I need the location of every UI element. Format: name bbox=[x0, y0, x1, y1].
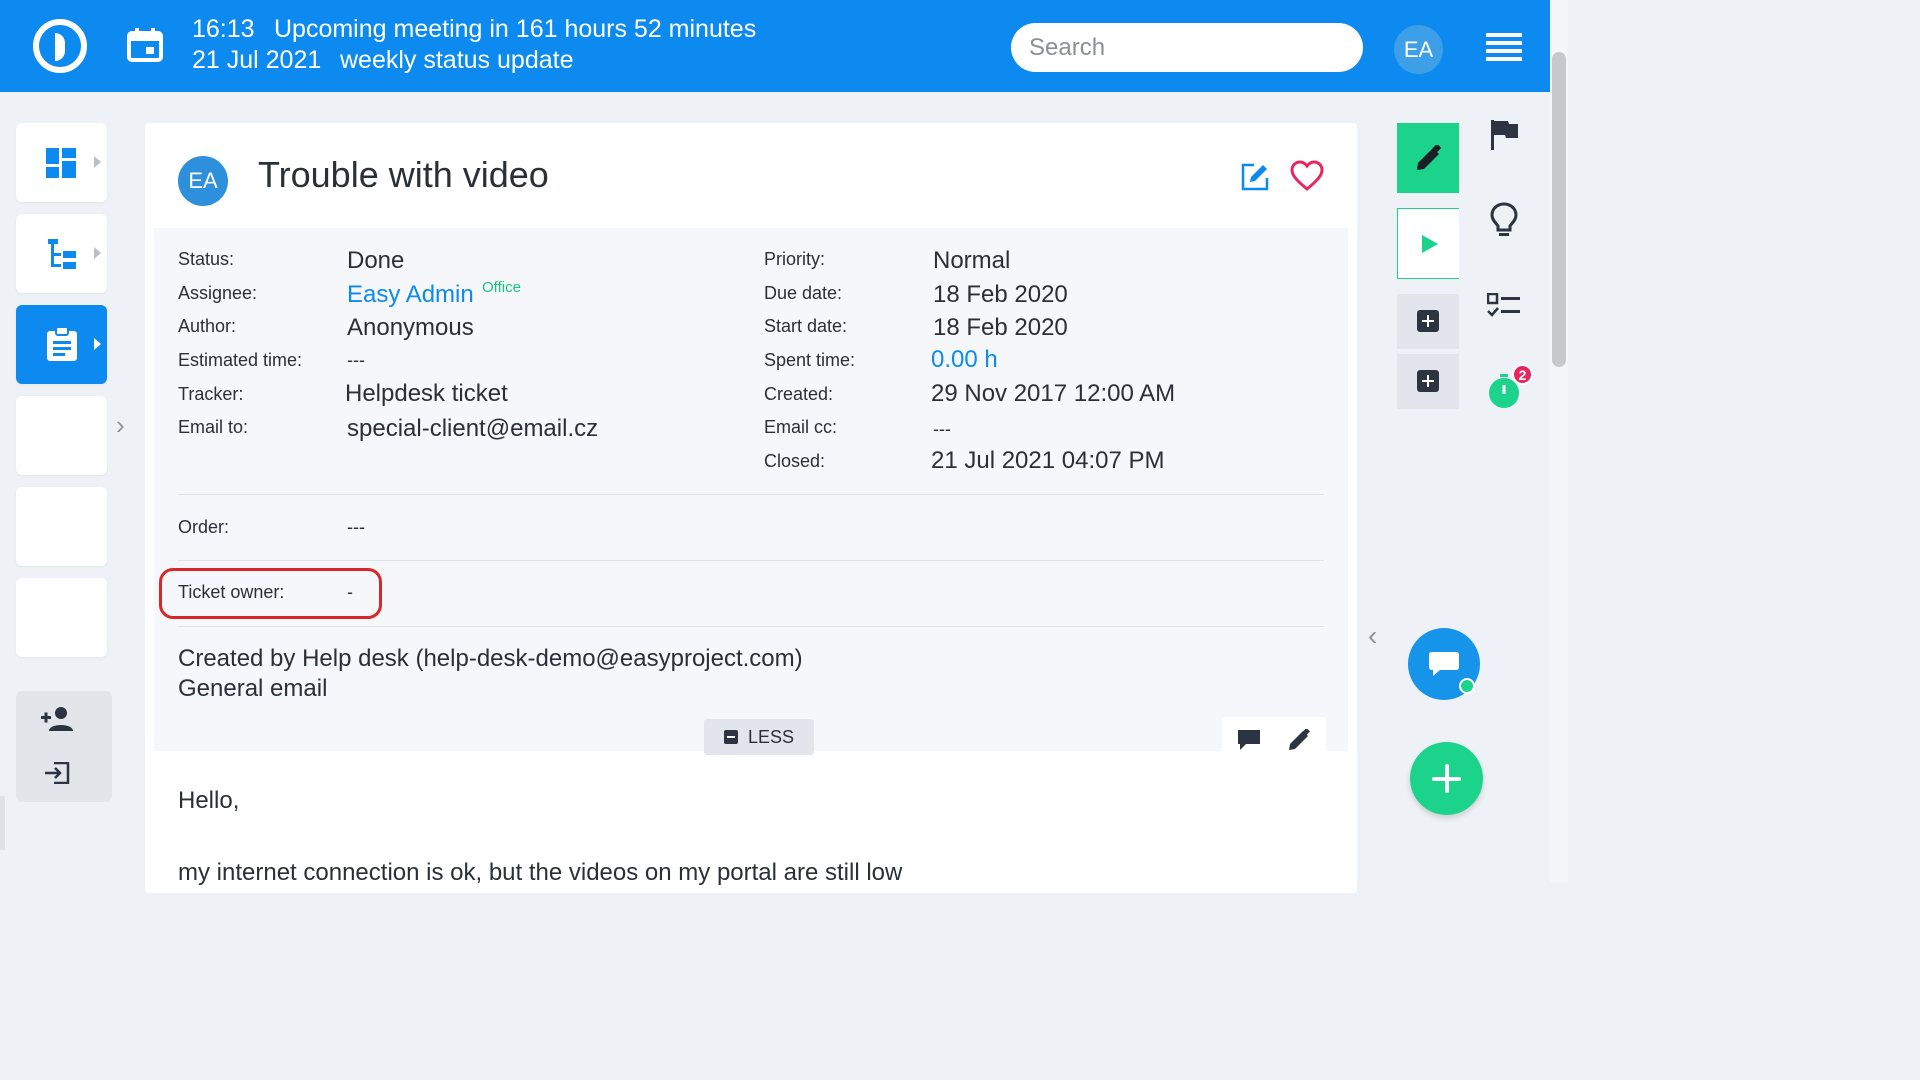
tracker-label: Tracker: bbox=[178, 384, 244, 404]
status-value: Done bbox=[347, 247, 405, 274]
description-tools bbox=[1222, 717, 1326, 757]
chat-bubble-icon bbox=[1429, 652, 1459, 676]
clipboard-icon bbox=[47, 327, 77, 361]
chevron-right-icon bbox=[94, 156, 101, 168]
description-body: my internet connection is ok, but the vi… bbox=[178, 859, 903, 886]
page-title: Trouble with video bbox=[258, 154, 549, 195]
spent-time-label: Spent time: bbox=[764, 350, 856, 370]
lightbulb-icon[interactable] bbox=[1490, 202, 1518, 238]
order-value: --- bbox=[347, 517, 365, 537]
nav-dashboard[interactable] bbox=[16, 123, 107, 202]
due-date-value: 18 Feb 2020 bbox=[933, 281, 1068, 308]
quick-edit-button[interactable] bbox=[1397, 123, 1459, 193]
nav-empty-1[interactable] bbox=[16, 396, 107, 475]
tracker-value: Helpdesk ticket bbox=[345, 380, 508, 407]
search-input[interactable] bbox=[1011, 23, 1363, 72]
dashboard-icon bbox=[46, 148, 76, 178]
less-button[interactable]: LESS bbox=[704, 719, 814, 755]
meeting-title[interactable]: weekly status update bbox=[340, 46, 573, 75]
calendar-icon[interactable] bbox=[127, 28, 163, 62]
due-date-label: Due date: bbox=[764, 283, 843, 303]
estimated-time-label: Estimated time: bbox=[178, 350, 303, 370]
assignee-link[interactable]: Easy Admin bbox=[347, 281, 474, 309]
priority-label: Priority: bbox=[764, 249, 826, 269]
collapse-panel-chevron-icon[interactable]: ‹ bbox=[1368, 620, 1377, 652]
divider bbox=[178, 560, 1324, 561]
flag-icon[interactable] bbox=[1491, 120, 1519, 150]
author-label: Author: bbox=[178, 316, 237, 336]
add-user-icon[interactable] bbox=[41, 707, 73, 731]
estimated-time-value: --- bbox=[347, 350, 365, 370]
less-button-label: LESS bbox=[747, 726, 795, 747]
chevron-right-icon bbox=[94, 247, 101, 259]
pencil-icon bbox=[1417, 145, 1442, 170]
start-date-label: Start date: bbox=[764, 316, 848, 336]
description-greeting: Hello, bbox=[178, 787, 240, 814]
checklist-icon[interactable] bbox=[1487, 293, 1521, 319]
divider bbox=[178, 494, 1324, 495]
edit-issue-icon[interactable] bbox=[1240, 162, 1270, 192]
collapse-icon bbox=[723, 730, 738, 744]
comment-icon[interactable] bbox=[1237, 729, 1261, 751]
app-logo[interactable] bbox=[33, 19, 87, 73]
play-icon bbox=[1422, 235, 1438, 253]
meeting-countdown[interactable]: Upcoming meeting in 161 hours 52 minutes bbox=[274, 15, 756, 44]
add-fab-button[interactable] bbox=[1410, 742, 1483, 815]
email-to-value: special-client@email.cz bbox=[347, 415, 599, 442]
divider bbox=[178, 626, 1324, 627]
priority-value: Normal bbox=[933, 247, 1011, 274]
ticket-owner-highlight bbox=[159, 568, 382, 619]
add-button-2[interactable] bbox=[1397, 354, 1459, 409]
assignee-label: Assignee: bbox=[178, 283, 258, 303]
login-icon[interactable] bbox=[44, 762, 70, 784]
assignee-office-tag: Office bbox=[482, 279, 521, 296]
nav-tasks[interactable] bbox=[16, 305, 107, 384]
user-avatar[interactable]: EA bbox=[1394, 25, 1443, 74]
nav-empty-2[interactable] bbox=[16, 487, 107, 566]
status-label: Status: bbox=[178, 249, 235, 269]
email-to-label: Email to: bbox=[178, 417, 249, 437]
author-value: Anonymous bbox=[347, 314, 474, 341]
project-tree-icon bbox=[48, 239, 76, 269]
meeting-time: 16:13 bbox=[192, 15, 255, 43]
start-timer-button[interactable] bbox=[1397, 208, 1459, 279]
left-edge-handle bbox=[0, 796, 5, 850]
created-label: Created: bbox=[764, 384, 834, 404]
chevron-right-icon bbox=[94, 338, 101, 350]
expand-sidebar-chevron-icon[interactable]: › bbox=[116, 410, 136, 440]
nav-project-tree[interactable] bbox=[16, 214, 107, 293]
plus-icon bbox=[1417, 370, 1439, 392]
meeting-date: 21 Jul 2021 bbox=[192, 46, 322, 74]
email-cc-value: --- bbox=[933, 419, 951, 439]
description-type: General email bbox=[178, 675, 328, 702]
closed-value: 21 Jul 2021 04:07 PM bbox=[931, 447, 1165, 474]
pencil-icon[interactable] bbox=[1288, 729, 1310, 751]
plus-icon bbox=[1417, 310, 1439, 332]
description-source: Created by Help desk (help-desk-demo@eas… bbox=[178, 645, 803, 672]
nav-empty-3[interactable] bbox=[16, 578, 107, 657]
issue-author-avatar[interactable]: EA bbox=[178, 156, 228, 206]
created-value: 29 Nov 2017 12:00 AM bbox=[931, 380, 1176, 407]
favorite-heart-icon[interactable] bbox=[1290, 160, 1324, 192]
start-date-value: 18 Feb 2020 bbox=[933, 314, 1068, 341]
email-cc-label: Email cc: bbox=[764, 417, 838, 437]
notification-badge: 2 bbox=[1512, 364, 1533, 385]
online-status-dot bbox=[1459, 678, 1475, 694]
top-bar: 16:13 Upcoming meeting in 161 hours 52 m… bbox=[0, 0, 1550, 92]
scrollbar-thumb[interactable] bbox=[1552, 52, 1566, 367]
spent-time-link[interactable]: 0.00 h bbox=[931, 346, 998, 374]
closed-label: Closed: bbox=[764, 451, 826, 471]
order-label: Order: bbox=[178, 517, 230, 537]
hamburger-menu-icon[interactable] bbox=[1486, 33, 1522, 61]
add-button-1[interactable] bbox=[1397, 294, 1459, 349]
sidebar-actions bbox=[16, 691, 112, 802]
